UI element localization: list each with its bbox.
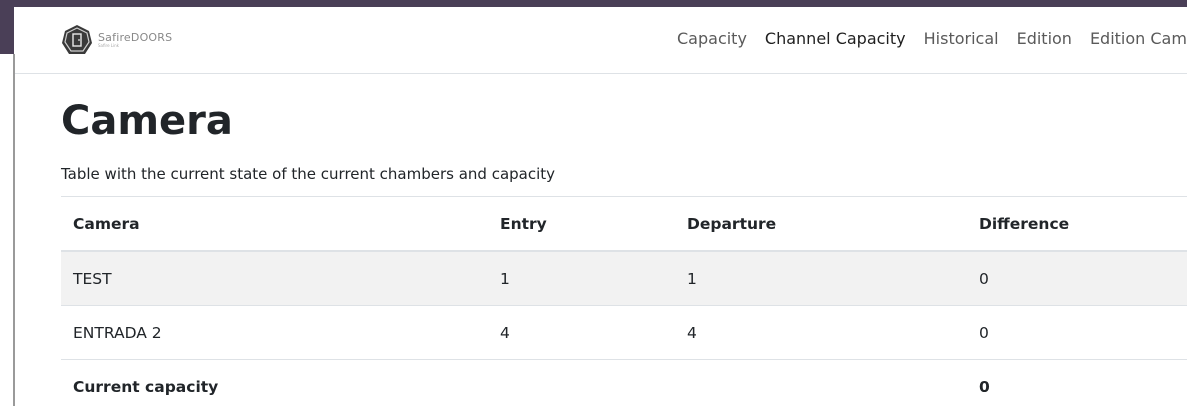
backdrop-left: [0, 0, 14, 54]
nav-links: Capacity Channel Capacity Historical Edi…: [677, 29, 1187, 48]
total-row: Current capacity 0: [61, 359, 1187, 406]
navbar: SafireDOORS Safire Link Capacity Channel…: [15, 7, 1187, 74]
capacity-table: Camera Entry Departure Difference TEST 1…: [61, 196, 1187, 406]
cell-departure: 4: [675, 305, 967, 360]
brand-tagline: Safire Link: [98, 43, 119, 48]
cell-entry: 1: [488, 250, 675, 306]
table-row: ENTRADA 2 4 4 0: [61, 305, 1187, 360]
brand-name: SafireDOORS: [98, 31, 173, 44]
cell-entry: 4: [488, 305, 675, 360]
header-entry: Entry: [488, 196, 675, 252]
total-difference: 0: [967, 359, 1187, 406]
nav-capacity[interactable]: Capacity: [677, 29, 747, 48]
brand-logo[interactable]: SafireDOORS Safire Link: [60, 22, 172, 58]
total-entry-empty: [488, 359, 675, 406]
nav-channel-capacity[interactable]: Channel Capacity: [765, 29, 906, 48]
door-logo-icon: [62, 25, 92, 54]
header-departure: Departure: [675, 196, 967, 252]
brand-text: SafireDOORS Safire Link: [98, 32, 172, 48]
nav-edition[interactable]: Edition: [1017, 29, 1072, 48]
total-departure-empty: [675, 359, 967, 406]
header-difference: Difference: [967, 196, 1187, 252]
header-camera: Camera: [61, 196, 488, 252]
table-header-row: Camera Entry Departure Difference: [61, 196, 1187, 252]
nav-edition-cameras[interactable]: Edition Cameras: [1090, 29, 1187, 48]
page-description: Table with the current state of the curr…: [61, 165, 556, 183]
cell-departure: 1: [675, 250, 967, 306]
cell-camera: TEST: [61, 250, 488, 306]
backdrop-top: [0, 0, 1187, 7]
app-window: SafireDOORS Safire Link Capacity Channel…: [15, 7, 1187, 406]
table-row: TEST 1 1 0: [61, 250, 1187, 306]
page-title: Camera: [61, 98, 233, 144]
total-label: Current capacity: [61, 359, 488, 406]
cell-camera: ENTRADA 2: [61, 305, 488, 360]
cell-difference: 0: [967, 305, 1187, 360]
cell-difference: 0: [967, 250, 1187, 306]
nav-historical[interactable]: Historical: [924, 29, 999, 48]
